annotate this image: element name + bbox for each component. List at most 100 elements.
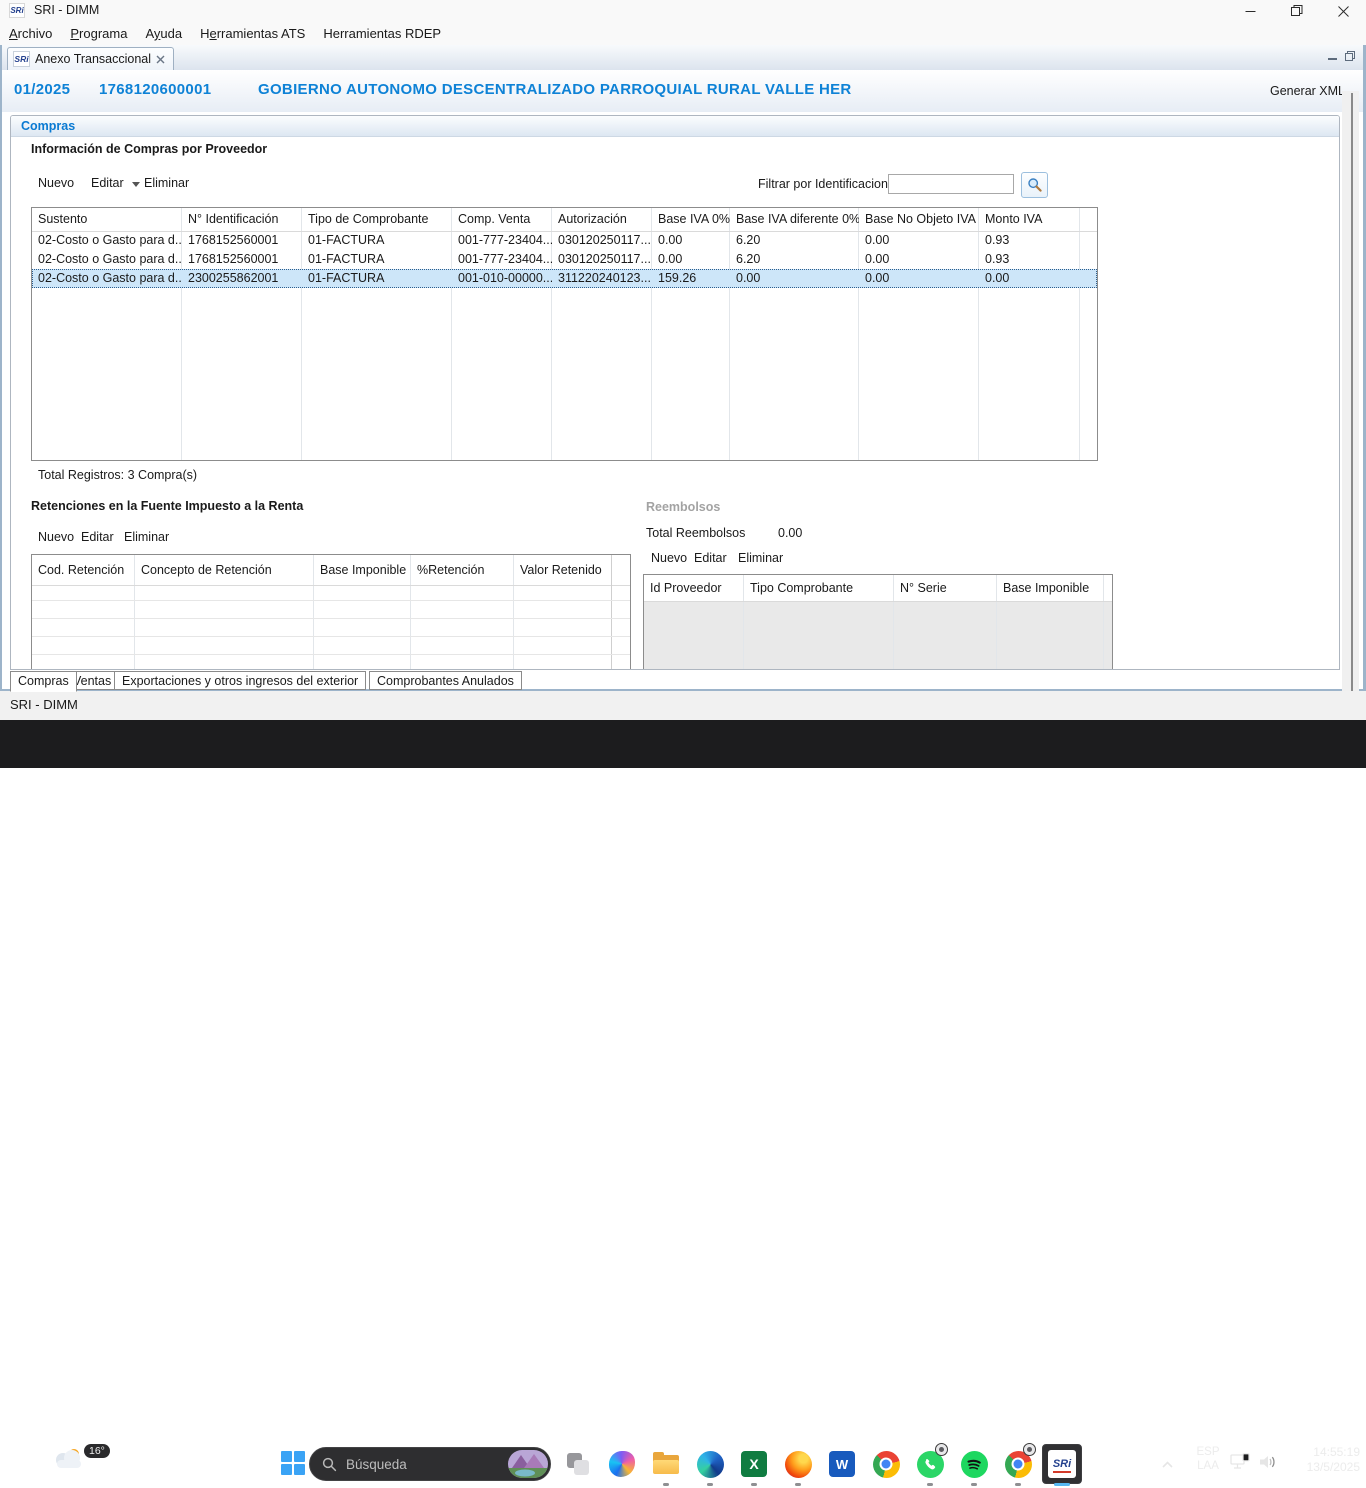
bottom-tab-compras[interactable]: Compras (10, 671, 77, 692)
cell: 01-FACTURA (302, 269, 452, 288)
editar-dropdown-icon[interactable] (132, 182, 140, 187)
taskbar-icon-copilot[interactable] (600, 1440, 644, 1488)
reembolsos-eliminar-button[interactable]: Eliminar (738, 551, 783, 565)
retenciones-nuevo-button[interactable]: Nuevo (38, 530, 74, 544)
excel-icon: X (741, 1451, 767, 1477)
section-title: Información de Compras por Proveedor (31, 142, 267, 156)
table-row[interactable]: 02-Costo o Gasto para d...17681525600010… (32, 250, 1097, 269)
cell: 0.00 (652, 250, 730, 269)
close-button[interactable] (1320, 0, 1366, 22)
menu-item-programa[interactable]: Programa (61, 22, 136, 45)
retenciones-title: Retenciones en la Fuente Impuesto a la R… (31, 499, 303, 513)
vertical-scrollbar[interactable] (1342, 91, 1359, 713)
running-indicator (751, 1483, 757, 1486)
column-header: Autorización (552, 208, 652, 231)
taskbar-icon-firefox[interactable] (776, 1440, 820, 1488)
taskbar-icon-edge[interactable] (688, 1440, 732, 1488)
retenciones-editar-button[interactable]: Editar (81, 530, 114, 544)
cell: 030120250117... (552, 231, 652, 250)
compras-table[interactable]: SustentoN° IdentificaciónTipo de Comprob… (31, 207, 1098, 461)
network-icon[interactable] (1230, 1453, 1252, 1478)
title-bar: SRi SRI - DIMM (0, 0, 1366, 22)
reembolsos-nuevo-button[interactable]: Nuevo (651, 551, 687, 565)
firefox-icon (785, 1451, 812, 1478)
taskbar-icon-chrome[interactable] (864, 1440, 908, 1488)
filter-search-button[interactable] (1021, 172, 1048, 198)
column-header: Concepto de Retención (135, 555, 314, 585)
eliminar-button[interactable]: Eliminar (144, 176, 189, 190)
retenciones-eliminar-button[interactable]: Eliminar (124, 530, 169, 544)
language-line2: LAA (1188, 1460, 1228, 1474)
cell: 2300255862001 (182, 269, 302, 288)
column-header: N° Serie (894, 575, 997, 601)
restore-button[interactable] (1274, 0, 1320, 22)
cloud-icon (52, 1446, 86, 1472)
taskbar-icon-word[interactable]: W (820, 1440, 864, 1488)
minimize-button[interactable] (1227, 0, 1273, 22)
start-button[interactable] (281, 1451, 307, 1477)
running-indicator (1015, 1483, 1021, 1486)
tab-close-icon[interactable] (156, 55, 165, 64)
menu-item-herramientas-rdep[interactable]: Herramientas RDEP (314, 22, 450, 45)
filter-input[interactable] (888, 174, 1014, 194)
running-indicator (971, 1483, 977, 1486)
volume-icon[interactable] (1258, 1453, 1278, 1476)
task-view-icon (565, 1451, 591, 1477)
taskbar-icons: X W SRi (556, 1440, 1084, 1488)
cell: 0.93 (979, 231, 1080, 250)
table-row[interactable]: 02-Costo o Gasto para d...23002558620010… (32, 269, 1097, 288)
mdi-minimize-icon[interactable] (1324, 49, 1340, 63)
chrome-icon (873, 1451, 900, 1478)
language-line1: ESP (1188, 1446, 1228, 1460)
status-bar: SRI - DIMM (0, 691, 1366, 720)
tab-anexo-transaccional[interactable]: SRi Anexo Transaccional (7, 47, 174, 70)
weather-widget[interactable]: 16° (52, 1446, 122, 1486)
menu-item-herramientas-ats[interactable]: Herramientas ATS (191, 22, 314, 45)
reembolsos-total-value: 0.00 (778, 526, 802, 540)
time: 14:55:19 (1284, 1445, 1360, 1460)
cell: 02-Costo o Gasto para d... (32, 269, 182, 288)
notification-badge (1023, 1443, 1036, 1456)
notification-badge (935, 1443, 948, 1456)
row-divider (32, 618, 630, 619)
bottom-tab-exportaciones[interactable]: Exportaciones y otros ingresos del exter… (114, 671, 366, 690)
tray-overflow-chevron-icon[interactable] (1156, 1454, 1178, 1474)
taskbar-icon-chrome-2[interactable] (996, 1440, 1040, 1488)
mdi-restore-icon[interactable] (1342, 49, 1358, 63)
language-indicator[interactable]: ESP LAA (1188, 1446, 1228, 1473)
column-header: Valor Retenido (514, 555, 612, 585)
menu-item-archivo[interactable]: Archivo (0, 22, 61, 45)
nuevo-button[interactable]: Nuevo (38, 176, 74, 190)
taskbar-icon-whatsapp[interactable] (908, 1440, 952, 1488)
disabled-table-body (644, 601, 1112, 670)
date: 13/5/2025 (1284, 1460, 1360, 1475)
cell: 0.00 (859, 231, 979, 250)
cell: 6.20 (730, 250, 859, 269)
column-header: Tipo de Comprobante (302, 208, 452, 231)
retenciones-table[interactable]: Cod. RetenciónConcepto de RetenciónBase … (31, 554, 631, 670)
cell: 311220240123... (552, 269, 652, 288)
bottom-tab-comprobantes[interactable]: Comprobantes Anulados (369, 671, 522, 690)
generar-xml-button[interactable]: Generar XML (1270, 84, 1345, 98)
taskbar-icon-spotify[interactable] (952, 1440, 996, 1488)
taskbar-icon-excel[interactable]: X (732, 1440, 776, 1488)
taskbar-icon-task-view[interactable] (556, 1440, 600, 1488)
menu-item-ayuda[interactable]: Ayuda (136, 22, 191, 45)
row-divider (32, 636, 630, 637)
running-indicator (663, 1483, 669, 1486)
editar-button[interactable]: Editar (91, 176, 124, 190)
cell: 001-777-23404... (452, 250, 552, 269)
clock[interactable]: 14:55:19 13/5/2025 (1284, 1445, 1360, 1475)
column-header: Sustento (32, 208, 182, 231)
entity-name: GOBIERNO AUTONOMO DESCENTRALIZADO PARROQ… (258, 81, 852, 98)
taskbar-icon-sri[interactable]: SRi (1040, 1440, 1084, 1488)
menu-bar: ArchivoProgramaAyudaHerramientas ATSHerr… (0, 22, 1366, 45)
taskbar-icon-file-explorer[interactable] (644, 1440, 688, 1488)
search-highlight-image (508, 1450, 548, 1478)
compras-panel: Compras Información de Compras por Prove… (10, 115, 1340, 670)
cell: 02-Costo o Gasto para d... (32, 231, 182, 250)
search-box[interactable]: Búsqueda (309, 1447, 551, 1481)
table-row[interactable]: 02-Costo o Gasto para d...17681525600010… (32, 231, 1097, 250)
cell: 0.00 (730, 269, 859, 288)
reembolsos-editar-button[interactable]: Editar (694, 551, 727, 565)
